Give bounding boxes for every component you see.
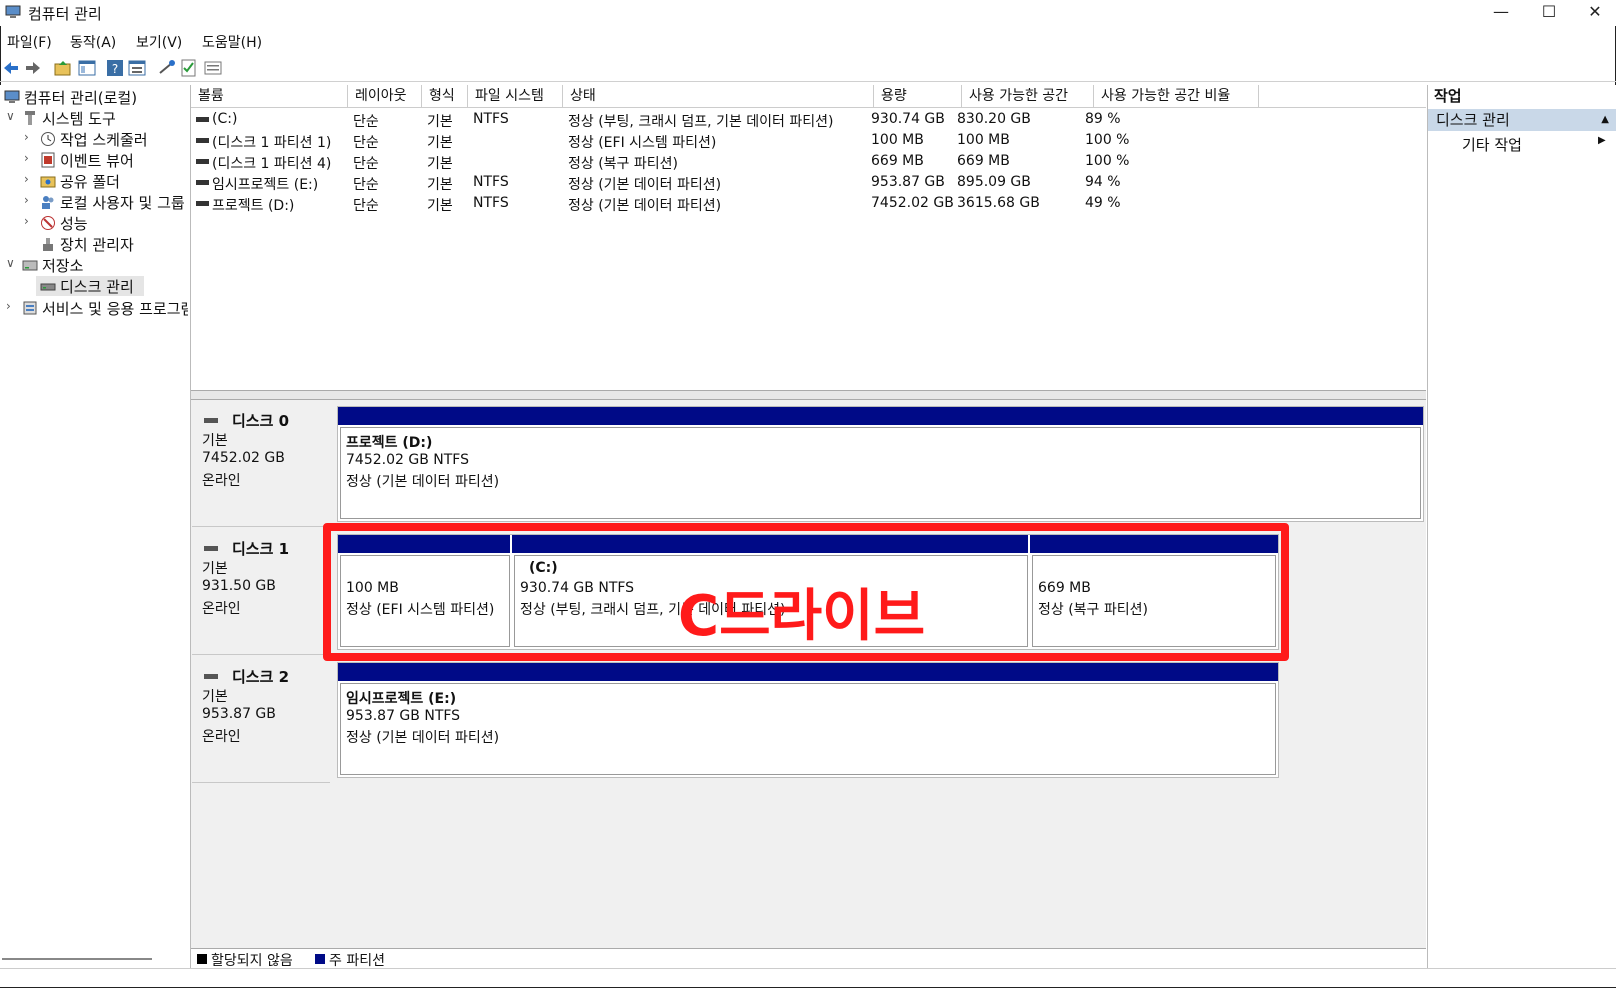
title-bar: 컴퓨터 관리 — ☐ ✕ [0,0,1616,26]
chevron-right-icon[interactable]: › [24,172,29,186]
chevron-right-icon[interactable]: › [24,151,29,165]
volume-list-header: 볼륨 레이아웃 형식 파일 시스템 상태 용량 사용 가능한 공간 사용 가능한… [191,85,1426,108]
event-viewer-icon [41,152,55,168]
chevron-down-icon[interactable]: ∨ [6,256,15,270]
column-type[interactable]: 형식 [422,85,468,107]
column-volume[interactable]: 볼륨 [191,85,348,107]
tree-item-device-manager[interactable]: 장치 관리자 [2,234,188,254]
disk-2-info[interactable]: 디스크 2 기본 953.87 GB 온라인 [192,656,330,783]
tree-item-performance[interactable]: › 성능 [2,213,188,233]
column-layout[interactable]: 레이아웃 [348,85,422,107]
disk-graph-area: 디스크 0 기본 7452.02 GB 온라인 프로젝트 (D:) 7452.0… [191,400,1426,948]
tree-item-computer-management[interactable]: 컴퓨터 관리(로컬) [2,87,188,107]
chevron-right-icon[interactable]: › [6,299,11,313]
services-icon [23,301,37,315]
menu-help[interactable]: 도움말(H) [202,32,262,52]
maximize-button[interactable]: ☐ [1526,0,1572,26]
legend-unallocated-swatch [197,954,207,964]
menu-file[interactable]: 파일(F) [7,32,52,52]
tree-item-event-viewer[interactable]: › 이벤트 뷰어 [2,150,188,170]
help-icon[interactable]: ? [106,59,124,77]
menu-bar: 파일(F) 동작(A) 보기(V) 도움말(H) [0,29,1616,53]
status-bar [0,968,1616,987]
disk-icon [204,546,218,551]
highlight-label: C드라이브 [678,584,926,649]
volume-icon [196,201,209,206]
legend-primary-swatch [315,954,325,964]
volume-icon [196,180,209,185]
volume-icon [196,117,209,122]
chevron-down-icon[interactable]: ∨ [6,109,15,123]
actions-pane: 작업 디스크 관리 ▲ 기타 작업 ▶ [1427,85,1616,968]
tree-scrollbar[interactable] [2,958,152,960]
disk-0-partitions: 프로젝트 (D:) 7452.02 GB NTFS 정상 (기본 데이터 파티션… [337,406,1424,522]
window-title: 컴퓨터 관리 [28,5,102,23]
chevron-right-icon[interactable]: › [24,130,29,144]
tree-item-disk-management[interactable]: 디스크 관리 [36,276,144,296]
device-manager-icon [43,238,53,251]
tree-item-task-scheduler[interactable]: › 작업 스케줄러 [2,129,188,149]
disk-2-partitions: 임시프로젝트 (E:) 953.87 GB NTFS 정상 (기본 데이터 파티… [337,662,1279,778]
show-hide-tree-icon[interactable] [78,59,96,77]
chevron-right-icon[interactable]: › [24,193,29,207]
column-capacity[interactable]: 용량 [874,85,962,107]
volume-list: (C:) 단순 기본 NTFS 정상 (부팅, 크래시 덤프, 기본 데이터 파… [191,109,1426,392]
actions-section-disk-management[interactable]: 디스크 관리 ▲ [1428,109,1616,131]
submenu-arrow-icon: ▶ [1598,135,1606,146]
navigation-tree: 컴퓨터 관리(로컬) ∨ 시스템 도구 › 작업 스케줄러 › 이벤트 뷰어 ›… [0,85,191,968]
chevron-right-icon[interactable]: › [24,214,29,228]
tree-item-system-tools[interactable]: ∨ 시스템 도구 [2,108,188,128]
volume-row[interactable]: (C:) 단순 기본 NTFS 정상 (부팅, 크래시 덤프, 기본 데이터 파… [191,110,1426,131]
menu-view[interactable]: 보기(V) [136,32,182,52]
properties-icon[interactable] [128,59,146,77]
performance-icon [41,216,55,230]
disk-icon [204,418,218,423]
volume-icon [196,138,209,143]
back-icon[interactable] [2,59,20,77]
partition-e[interactable]: 임시프로젝트 (E:) 953.87 GB NTFS 정상 (기본 데이터 파티… [340,683,1276,775]
checklist-icon[interactable] [180,59,198,77]
tree-item-shared-folders[interactable]: › 공유 폴더 [2,171,188,191]
column-free-space[interactable]: 사용 가능한 공간 [962,85,1094,107]
list-view-icon[interactable] [204,59,222,77]
svg-text:?: ? [112,62,118,76]
tree-item-services-applications[interactable]: › 서비스 및 응용 프로그램 [2,298,188,318]
tree-item-local-users-groups[interactable]: › 로컬 사용자 및 그룹 [2,192,188,212]
disk-icon [204,674,218,679]
users-icon [42,196,54,209]
disk-1-info[interactable]: 디스크 1 기본 931.50 GB 온라인 [192,528,330,655]
volume-icon [196,159,209,164]
volume-row[interactable]: (디스크 1 파티션 4) 단순 기본 정상 (복구 파티션) 669 MB 6… [191,152,1426,173]
actions-title: 작업 [1434,87,1462,105]
up-folder-icon[interactable] [54,59,72,77]
close-button[interactable]: ✕ [1572,0,1616,26]
minimize-button[interactable]: — [1478,0,1524,26]
column-file-system[interactable]: 파일 시스템 [468,85,563,107]
column-status[interactable]: 상태 [563,85,874,107]
more-actions-item[interactable]: 기타 작업 ▶ [1462,134,1606,155]
disk-0-info[interactable]: 디스크 0 기본 7452.02 GB 온라인 [192,400,330,527]
legend: 할당되지 않음 주 파티션 [191,948,1426,969]
clock-icon [41,132,55,146]
pane-splitter[interactable] [191,390,1426,400]
storage-icon [22,260,38,271]
partition-bar [338,663,1278,681]
connect-icon[interactable] [158,59,176,77]
partition-bar [338,407,1423,425]
disk-icon [40,283,56,291]
computer-icon [4,90,20,103]
shared-folder-icon [40,176,56,188]
computer-management-icon [5,5,21,18]
toolbar: ? [0,55,1616,82]
collapse-up-icon[interactable]: ▲ [1601,109,1609,131]
volume-row[interactable]: 임시프로젝트 (E:) 단순 기본 NTFS 정상 (기본 데이터 파티션) 9… [191,173,1426,194]
tree-item-storage[interactable]: ∨ 저장소 [2,255,188,275]
volume-row[interactable]: 프로젝트 (D:) 단순 기본 NTFS 정상 (기본 데이터 파티션) 745… [191,194,1426,215]
forward-icon[interactable] [24,59,42,77]
menu-action[interactable]: 동작(A) [70,32,116,52]
volume-row[interactable]: (디스크 1 파티션 1) 단순 기본 정상 (EFI 시스템 파티션) 100… [191,131,1426,152]
column-free-percent[interactable]: 사용 가능한 공간 비율 [1094,85,1259,107]
partition-d[interactable]: 프로젝트 (D:) 7452.02 GB NTFS 정상 (기본 데이터 파티션… [340,427,1421,519]
tools-icon [25,111,35,125]
